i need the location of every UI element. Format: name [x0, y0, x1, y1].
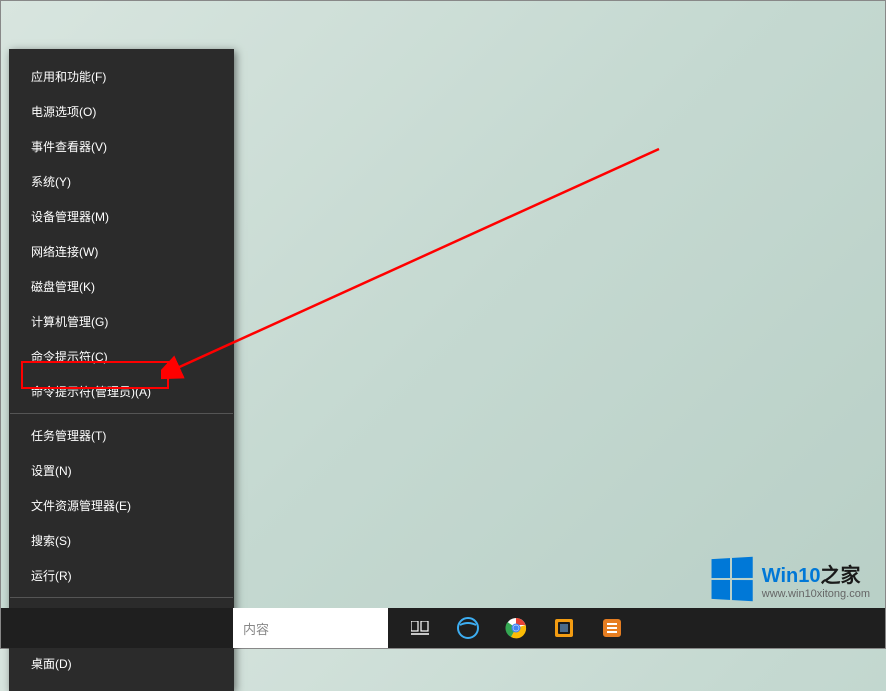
- menu-system[interactable]: 系统(Y): [9, 164, 234, 199]
- menu-computer-management[interactable]: 计算机管理(G): [9, 304, 234, 339]
- menu-search[interactable]: 搜索(S): [9, 523, 234, 558]
- menu-apps-features[interactable]: 应用和功能(F): [9, 59, 234, 94]
- watermark: Win10之家 www.win10xitong.com: [710, 558, 870, 600]
- windows-logo-icon: [711, 557, 752, 601]
- menu-command-prompt[interactable]: 命令提示符(C): [9, 339, 234, 374]
- menu-network-connections[interactable]: 网络连接(W): [9, 234, 234, 269]
- task-view-icon[interactable]: [396, 608, 444, 648]
- app-icon[interactable]: [588, 608, 636, 648]
- menu-device-manager[interactable]: 设备管理器(M): [9, 199, 234, 234]
- taskbar: 内容: [1, 608, 885, 648]
- menu-settings[interactable]: 设置(N): [9, 453, 234, 488]
- menu-event-viewer[interactable]: 事件查看器(V): [9, 129, 234, 164]
- menu-task-manager[interactable]: 任务管理器(T): [9, 418, 234, 453]
- watermark-title: Win10之家: [762, 559, 870, 588]
- winx-context-menu: 应用和功能(F) 电源选项(O) 事件查看器(V) 系统(Y) 设备管理器(M)…: [9, 49, 234, 691]
- menu-run[interactable]: 运行(R): [9, 558, 234, 593]
- search-text: 内容: [243, 619, 269, 638]
- menu-command-prompt-admin[interactable]: 命令提示符(管理员)(A): [9, 374, 234, 409]
- chrome-browser-icon[interactable]: [492, 608, 540, 648]
- annotation-arrow: [161, 141, 671, 391]
- menu-file-explorer[interactable]: 文件资源管理器(E): [9, 488, 234, 523]
- watermark-url: www.win10xitong.com: [762, 588, 870, 600]
- menu-disk-management[interactable]: 磁盘管理(K): [9, 269, 234, 304]
- menu-desktop[interactable]: 桌面(D): [9, 646, 234, 681]
- taskbar-search-box[interactable]: 内容: [233, 608, 388, 648]
- menu-separator: [10, 413, 233, 414]
- vmware-icon[interactable]: [540, 608, 588, 648]
- menu-separator: [10, 597, 233, 598]
- edge-browser-icon[interactable]: [444, 608, 492, 648]
- menu-power-options[interactable]: 电源选项(O): [9, 94, 234, 129]
